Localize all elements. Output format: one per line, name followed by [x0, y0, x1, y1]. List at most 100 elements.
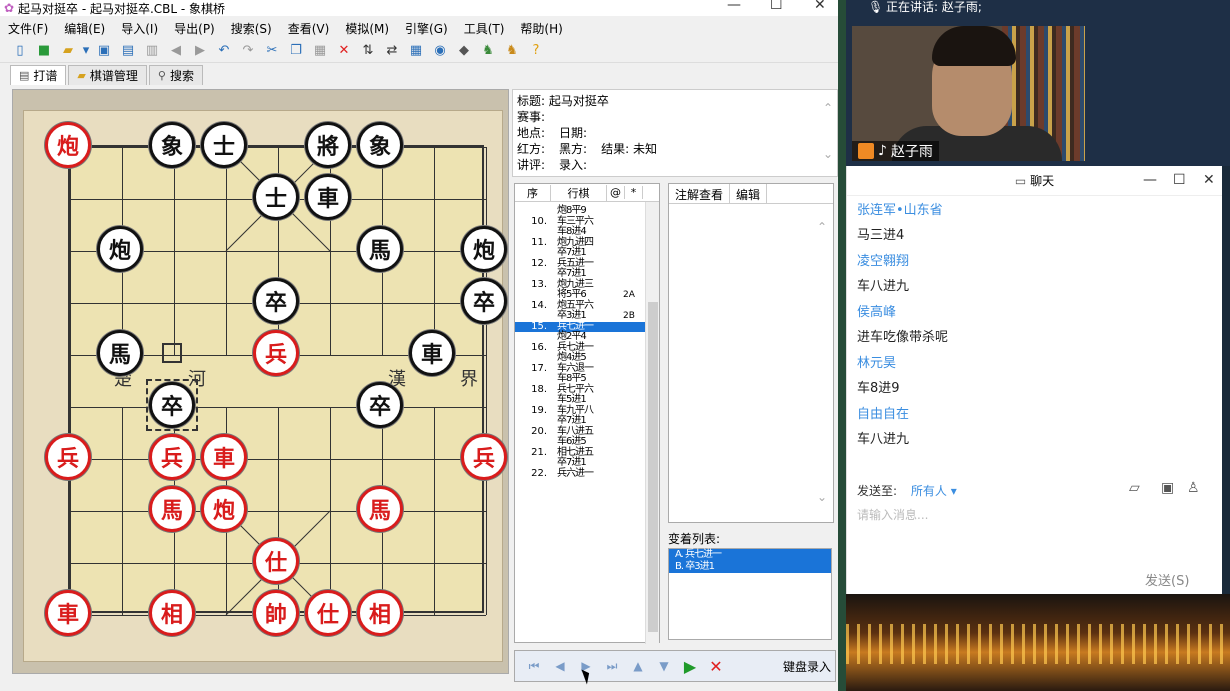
move-row[interactable]: 车8进4 — [515, 227, 659, 238]
send-to-dropdown[interactable]: 所有人 ▾ — [911, 484, 957, 498]
redo-icon[interactable]: ↷ — [238, 41, 258, 61]
message-input[interactable]: 请输入消息... — [857, 506, 928, 523]
menu-tools[interactable]: 工具(T) — [464, 20, 505, 37]
send-button[interactable]: 发送(S) — [1145, 570, 1189, 589]
open-icon[interactable]: ▰ — [58, 41, 78, 61]
print-icon[interactable]: ▤ — [118, 41, 138, 61]
move-row[interactable]: 炮4进5 — [515, 353, 659, 364]
menu-simulate[interactable]: 模拟(M) — [345, 20, 389, 37]
chat-maximize-button[interactable]: ☐ — [1173, 172, 1186, 188]
red-piece[interactable]: 兵 — [149, 434, 195, 480]
chat-user[interactable]: 自由自在 — [857, 402, 1212, 427]
red-piece[interactable]: 相 — [149, 590, 195, 636]
red-piece[interactable]: 炮 — [45, 122, 91, 168]
move-row[interactable]: 20. 车八进五 — [515, 426, 659, 438]
move-row[interactable]: 卒7进1 — [515, 416, 659, 427]
black-piece[interactable]: 象 — [149, 122, 195, 168]
menu-view[interactable]: 查看(V) — [288, 20, 330, 37]
close-red-icon[interactable]: ✕ — [334, 41, 354, 61]
red-piece[interactable]: 馬 — [357, 486, 403, 532]
move-row[interactable]: 22. 兵六进一 — [515, 468, 659, 480]
tab-qipu-manage[interactable]: ▰ 棋谱管理 — [68, 65, 147, 85]
red-piece[interactable]: 炮 — [201, 486, 247, 532]
red-piece[interactable]: 仕 — [253, 538, 299, 584]
move-row[interactable]: 11. 炮九进四 — [515, 237, 659, 249]
move-row[interactable]: 10. 车三平六 — [515, 216, 659, 228]
variation-item[interactable]: B. 卒3进1 — [669, 561, 831, 573]
red-piece[interactable]: 車 — [45, 590, 91, 636]
close-button[interactable]: ✕ — [814, 0, 826, 13]
first-move-icon[interactable]: ⏮ — [523, 655, 545, 677]
black-piece[interactable]: 象 — [357, 122, 403, 168]
delete-move-icon[interactable]: ✕ — [705, 655, 727, 677]
black-piece[interactable]: 卒 — [461, 278, 507, 324]
variation-up-icon[interactable]: ▲ — [627, 655, 649, 677]
maximize-button[interactable]: ☐ — [770, 0, 783, 13]
folder-icon[interactable]: ▱ — [1129, 480, 1140, 496]
chat-user[interactable]: 侯高峰 — [857, 300, 1212, 325]
red-piece[interactable]: 仕 — [305, 590, 351, 636]
chat-user[interactable]: 张连军•山东省 — [857, 198, 1212, 223]
move-row[interactable]: 车6进5 — [515, 437, 659, 448]
engine-icon[interactable]: ♞ — [478, 41, 498, 61]
delete-icon[interactable]: ▥ — [142, 41, 162, 61]
move-row[interactable]: 卒7进1 — [515, 269, 659, 280]
chat-user[interactable]: 凌空翱翔 — [857, 249, 1212, 274]
user-icon[interactable]: ♙ — [1187, 480, 1200, 496]
chat-close-button[interactable]: ✕ — [1203, 172, 1215, 188]
screenshot-icon[interactable]: ▣ — [1161, 480, 1174, 496]
paste-icon[interactable]: ▦ — [310, 41, 330, 61]
move-row[interactable]: 车5进1 — [515, 395, 659, 406]
tag-icon[interactable]: ◆ — [454, 41, 474, 61]
black-piece[interactable]: 馬 — [357, 226, 403, 272]
move-row[interactable]: 21. 相七进五 — [515, 447, 659, 459]
menu-import[interactable]: 导入(I) — [121, 20, 158, 37]
menu-edit[interactable]: 编辑(E) — [64, 20, 105, 37]
move-row[interactable]: 14. 炮五平六 — [515, 300, 659, 312]
help-icon[interactable]: ? — [526, 41, 546, 61]
move-row[interactable]: 16. 兵七进一 — [515, 342, 659, 354]
menu-file[interactable]: 文件(F) — [8, 20, 48, 37]
back-icon[interactable]: ◀ — [166, 41, 186, 61]
red-piece[interactable]: 兵 — [45, 434, 91, 480]
black-piece[interactable]: 炮 — [97, 226, 143, 272]
menu-engine[interactable]: 引擎(G) — [405, 20, 448, 37]
chat-user[interactable]: 林元昊 — [857, 351, 1212, 376]
black-piece[interactable]: 卒 — [357, 382, 403, 428]
move-list-scrollbar[interactable] — [645, 202, 659, 644]
move-row[interactable]: 炮2平4 — [515, 332, 659, 343]
variation-item[interactable]: A. 兵七进一 — [669, 549, 831, 561]
play-circle-icon[interactable]: ◉ — [430, 41, 450, 61]
red-piece[interactable]: 相 — [357, 590, 403, 636]
tab-notes-edit[interactable]: 编辑 — [730, 184, 768, 203]
menu-export[interactable]: 导出(P) — [174, 20, 215, 37]
minimize-button[interactable]: — — [727, 0, 741, 13]
move-row[interactable]: 15. 兵七进一 — [515, 321, 659, 332]
move-row[interactable]: 13. 炮九进三 — [515, 279, 659, 291]
tab-dapu[interactable]: ▤ 打谱 — [10, 65, 67, 85]
dropdown-icon[interactable]: ▾ — [82, 41, 90, 61]
black-piece[interactable]: 馬 — [97, 330, 143, 376]
flip-horizontal-icon[interactable]: ⇄ — [382, 41, 402, 61]
move-list-scroll-thumb[interactable] — [648, 302, 658, 632]
move-row[interactable]: 卒7进1 — [515, 248, 659, 259]
undo-icon[interactable]: ↶ — [214, 41, 234, 61]
menu-search[interactable]: 搜索(S) — [231, 20, 272, 37]
move-row[interactable]: 19. 车九平八 — [515, 405, 659, 417]
menu-help[interactable]: 帮助(H) — [520, 20, 562, 37]
black-piece[interactable]: 士 — [201, 122, 247, 168]
move-row[interactable]: 炮8平9 — [515, 206, 659, 217]
chat-minimize-button[interactable]: — — [1143, 172, 1157, 188]
notes-scroll-up-icon[interactable]: ⌃ — [817, 220, 827, 234]
move-row[interactable]: 12. 兵五进一 — [515, 258, 659, 270]
xiangqi-board[interactable]: 楚河漢界 炮象士將象士車炮馬炮卒卒馬兵車卒卒兵兵車兵馬炮馬仕車相帥仕相 — [23, 110, 507, 662]
last-move-icon[interactable]: ⏭ — [601, 655, 623, 677]
info-scroll-down-icon[interactable]: ⌄ — [823, 146, 833, 162]
tab-search[interactable]: ⚲ 搜索 — [148, 65, 203, 85]
new-icon[interactable]: ▯ — [10, 41, 30, 61]
copy-icon[interactable]: ❐ — [286, 41, 306, 61]
forward-icon[interactable]: ▶ — [190, 41, 210, 61]
red-piece[interactable]: 帥 — [253, 590, 299, 636]
info-scroll-up-icon[interactable]: ⌃ — [823, 100, 833, 116]
move-row[interactable]: 将5平6 2A — [515, 290, 659, 301]
